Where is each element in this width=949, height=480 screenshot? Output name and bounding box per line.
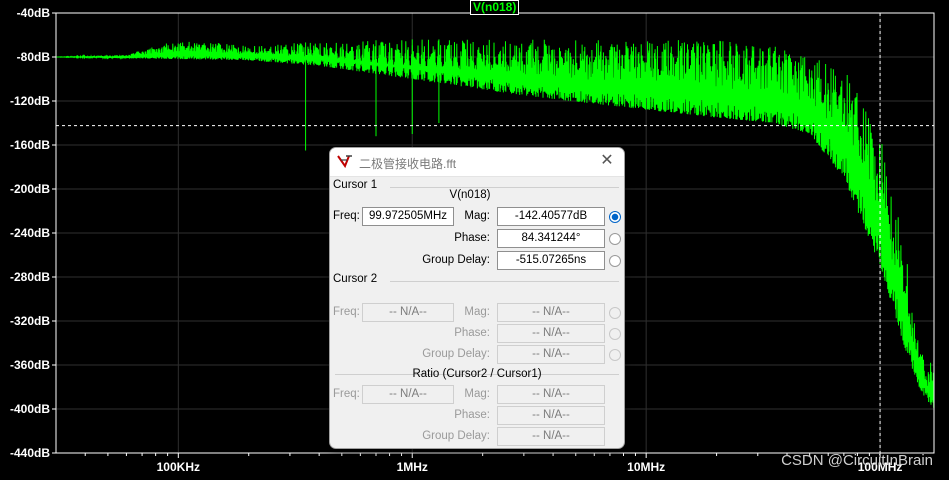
cursor1-mag-label: Mag: xyxy=(464,210,490,222)
cursor2-phase-label: Phase: xyxy=(454,327,490,339)
cursor1-phase-field[interactable]: 84.341244° xyxy=(497,229,605,248)
cursor1-gd-field[interactable]: -515.07265ns xyxy=(497,251,605,270)
ratio-freq-field: -- N/A-- xyxy=(362,385,454,404)
dialog-title: 二极管接收电路.fft xyxy=(359,157,457,171)
ratio-gd-field: -- N/A-- xyxy=(497,427,605,446)
cursor1-freq-label: Freq: xyxy=(333,210,360,222)
dialog-titlebar[interactable]: 二极管接收电路.fft ✕ xyxy=(330,148,624,177)
y-tick-label: -320dB xyxy=(10,314,50,328)
y-tick-label: -40dB xyxy=(17,6,51,20)
ratio-gd-label: Group Delay: xyxy=(422,430,490,442)
ltspice-app-icon xyxy=(337,155,352,168)
y-tick-label: -240dB xyxy=(10,226,50,240)
y-tick-label: -80dB xyxy=(17,50,51,64)
cursor2-mag-field: -- N/A-- xyxy=(497,303,605,322)
y-tick-label: -400dB xyxy=(10,402,50,416)
cursor1-mag-radio[interactable] xyxy=(609,211,621,223)
cursor1-phase-radio[interactable] xyxy=(609,233,621,245)
y-tick-label: -360dB xyxy=(10,358,50,372)
cursor1-freq-field[interactable]: 99.972505MHz xyxy=(362,207,454,226)
cursor1-gd-radio[interactable] xyxy=(609,255,621,267)
ratio-mag-label: Mag: xyxy=(464,388,490,400)
cursor2-freq-field: -- N/A-- xyxy=(362,303,454,322)
cursor2-mag-radio xyxy=(609,307,621,319)
cursor1-trace-name: V(n018) xyxy=(449,189,491,201)
cursor2-group-label: Cursor 2 xyxy=(333,273,378,285)
ratio-mag-field: -- N/A-- xyxy=(497,385,605,404)
ratio-group-label: Ratio (Cursor2 / Cursor1) xyxy=(412,368,542,380)
cursor2-gd-field: -- N/A-- xyxy=(497,345,605,364)
ratio-phase-label: Phase: xyxy=(454,409,490,421)
y-tick-label: -160dB xyxy=(10,138,50,152)
ratio-freq-label: Freq: xyxy=(333,388,360,400)
x-axis: 100KHz 1MHz 10MHz 100MHz xyxy=(84,453,902,474)
cursor1-phase-label: Phase: xyxy=(454,232,490,244)
y-tick-label: -440dB xyxy=(10,446,50,460)
cursor2-freq-label: Freq: xyxy=(333,306,360,318)
cursor2-phase-field: -- N/A-- xyxy=(497,324,605,343)
y-tick-label: -120dB xyxy=(10,94,50,108)
cursor2-gd-radio xyxy=(609,349,621,361)
y-tick-label: -200dB xyxy=(10,182,50,196)
cursor1-mag-field[interactable]: -142.40577dB xyxy=(497,207,605,226)
cursor2-phase-radio xyxy=(609,328,621,340)
cursor1-group-label: Cursor 1 xyxy=(333,179,378,191)
x-tick-label: 10MHz xyxy=(627,460,665,474)
x-tick-label: 1MHz xyxy=(397,460,428,474)
ratio-phase-field: -- N/A-- xyxy=(497,406,605,425)
watermark: CSDN @CircuitInBrain xyxy=(781,452,933,469)
x-tick-label: 100KHz xyxy=(157,460,200,474)
cursor2-mag-label: Mag: xyxy=(464,306,490,318)
trace-title[interactable]: V(n018) xyxy=(470,0,520,15)
cursor1-separator xyxy=(390,187,619,188)
y-axis: -40dB -80dB -120dB -160dB -200dB -240dB -280dB… xyxy=(10,6,56,460)
cursor2-separator xyxy=(390,281,619,282)
cursor2-gd-label: Group Delay: xyxy=(422,348,490,360)
y-tick-label: -280dB xyxy=(10,270,50,284)
close-icon[interactable]: ✕ xyxy=(598,152,616,170)
cursor1-gd-label: Group Delay: xyxy=(422,254,490,266)
cursor-dialog: 二极管接收电路.fft ✕ Cursor 1 V(n018) Freq: 99.… xyxy=(329,147,625,449)
